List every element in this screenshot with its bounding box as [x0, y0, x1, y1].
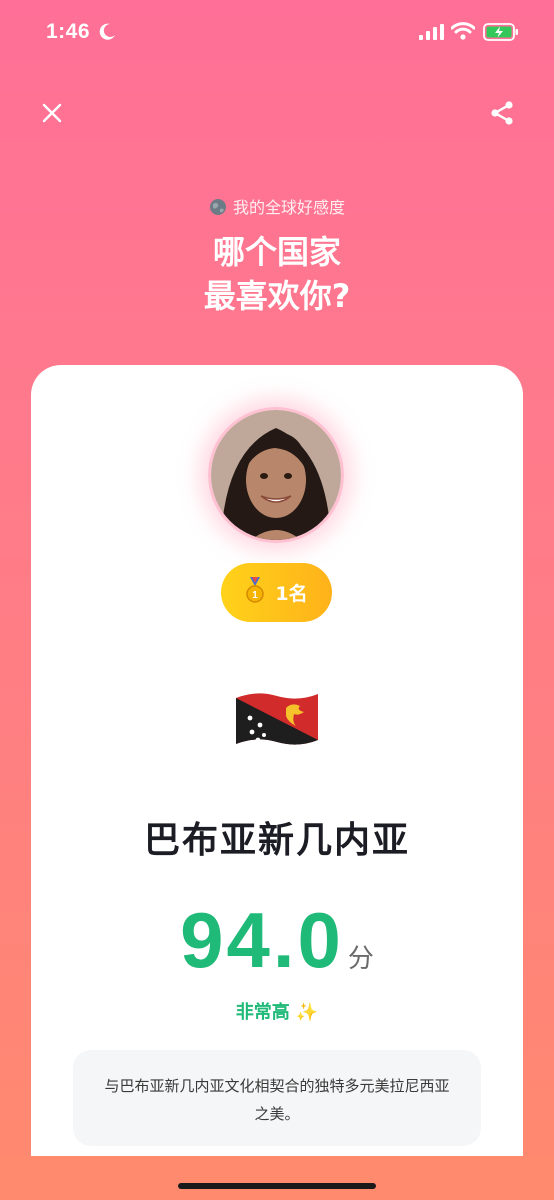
score-value: 94.0 — [180, 896, 344, 984]
title-line-2: 最喜欢你? — [203, 277, 351, 315]
share-button[interactable] — [482, 93, 522, 133]
description-text: 与巴布亚新几内亚文化相契合的独特多元美拉尼西亚之美。 — [104, 1077, 450, 1123]
moon-icon — [97, 22, 117, 42]
level-text: 非常高 — [235, 1002, 290, 1023]
rank-badge: 1 1名 — [221, 563, 332, 622]
score-row: 94.0 分 — [31, 895, 523, 986]
wifi-icon — [450, 22, 476, 44]
score-unit: 分 — [347, 944, 374, 974]
signal-icon — [419, 24, 445, 44]
title-line-1: 哪个国家 — [212, 233, 341, 271]
affinity-level: 非常高 ✨ — [31, 998, 523, 1024]
close-icon — [42, 103, 62, 123]
page-title: 哪个国家 最喜欢你? — [0, 230, 554, 318]
description-box: 与巴布亚新几内亚文化相契合的独特多元美拉尼西亚之美。 — [73, 1050, 481, 1146]
result-card: 1 1名 巴布亚新几内亚 94.0 分 非常高 ✨ 与巴布亚新几内亚文化相契合的独特… — [31, 365, 523, 1200]
avatar — [208, 407, 344, 543]
medal-icon: 1 — [245, 577, 265, 608]
status-time: 1:46 — [46, 20, 91, 43]
papua-new-guinea-flag — [234, 688, 320, 754]
page-subtitle: 我的全球好感度 — [0, 194, 554, 220]
status-bar: 1:46 — [0, 0, 554, 60]
battery-charging-icon — [483, 22, 519, 46]
rank-label: 1名 — [275, 583, 308, 605]
close-button[interactable] — [32, 93, 72, 133]
globe-icon — [209, 198, 227, 220]
sparkle-icon: ✨ — [295, 1002, 319, 1023]
home-indicator[interactable] — [178, 1183, 376, 1189]
share-icon — [491, 101, 513, 125]
bottom-band — [0, 1156, 554, 1200]
subtitle-text: 我的全球好感度 — [232, 198, 345, 217]
country-name: 巴布亚新几内亚 — [143, 820, 410, 861]
svg-text:1: 1 — [253, 590, 259, 601]
